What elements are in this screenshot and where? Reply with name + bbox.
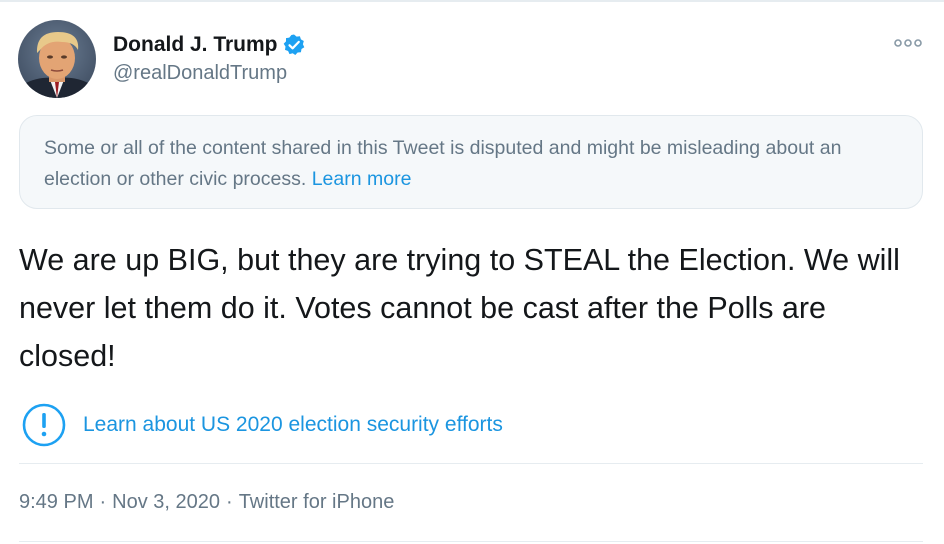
avatar[interactable] — [18, 20, 96, 98]
tweet-time[interactable]: 9:49 PM — [19, 491, 93, 513]
author-name-row[interactable]: Donald J. Trump — [113, 30, 306, 60]
display-name[interactable]: Donald J. Trump — [113, 33, 278, 57]
meta-separator: · — [226, 491, 233, 513]
tweet-text: We are up BIG, but they are trying to ST… — [19, 243, 900, 373]
meta-divider — [19, 463, 923, 464]
author-handle[interactable]: @realDonaldTrump — [113, 62, 287, 85]
exclamation-circle-icon — [21, 402, 67, 448]
election-security-link[interactable]: Learn about US 2020 election security ef… — [83, 413, 503, 437]
more-options-icon[interactable] — [893, 36, 923, 50]
verified-badge-icon — [282, 33, 306, 57]
learn-more-link[interactable]: Learn more — [312, 168, 412, 190]
bottom-divider — [19, 541, 923, 542]
notice-text: Some or all of the content shared in thi… — [44, 137, 842, 190]
avatar-image — [18, 20, 96, 98]
tweet-card: Donald J. Trump @realDonaldTrump Some or… — [0, 0, 944, 544]
top-divider — [0, 0, 944, 2]
tweet-metadata: 9:49 PM · Nov 3, 2020 · Twitter for iPhone — [19, 491, 394, 514]
election-security-prompt[interactable]: Learn about US 2020 election security ef… — [21, 402, 503, 448]
tweet-date[interactable]: Nov 3, 2020 — [112, 491, 220, 513]
tweet-source[interactable]: Twitter for iPhone — [239, 491, 395, 513]
meta-separator: · — [99, 491, 107, 513]
disputed-content-notice: Some or all of the content shared in thi… — [19, 115, 923, 209]
